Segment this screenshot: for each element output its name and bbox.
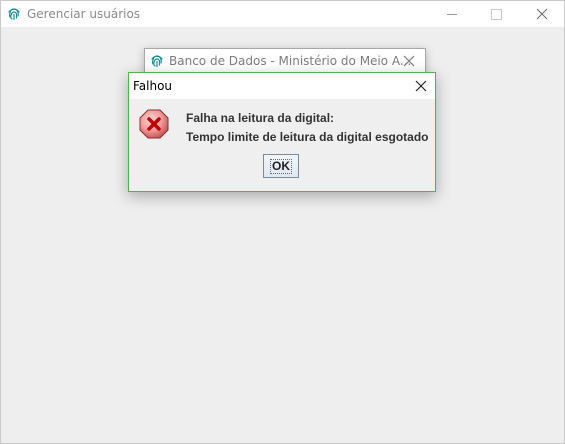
dialog-titlebar[interactable]: Falhou — [129, 73, 435, 99]
fingerprint-icon — [8, 8, 20, 21]
fingerprint-icon — [151, 55, 163, 68]
minimize-button[interactable] — [429, 1, 475, 27]
ok-button[interactable]: OK — [263, 154, 299, 178]
close-icon[interactable] — [403, 55, 415, 67]
error-message-title: Falha na leitura da digital: — [186, 111, 335, 125]
close-icon[interactable] — [415, 80, 427, 92]
ok-button-label: OK — [270, 158, 292, 174]
database-window: Banco de Dados - Ministério do Meio A... — [144, 48, 426, 74]
minimize-icon — [447, 13, 457, 15]
error-message-detail: Tempo limite de leitura da digital esgot… — [186, 130, 429, 144]
maximize-button[interactable] — [473, 1, 519, 27]
database-window-title: Banco de Dados - Ministério do Meio A... — [169, 54, 412, 68]
error-dialog: Falhou Falha na leitura da digital: Temp… — [128, 72, 436, 192]
close-button[interactable] — [519, 1, 564, 27]
dialog-title: Falhou — [133, 79, 173, 93]
error-stop-icon — [139, 109, 169, 139]
main-titlebar[interactable]: Gerenciar usuários — [1, 1, 564, 27]
maximize-icon — [490, 8, 502, 20]
close-icon — [536, 8, 548, 20]
window-title: Gerenciar usuários — [27, 7, 141, 21]
